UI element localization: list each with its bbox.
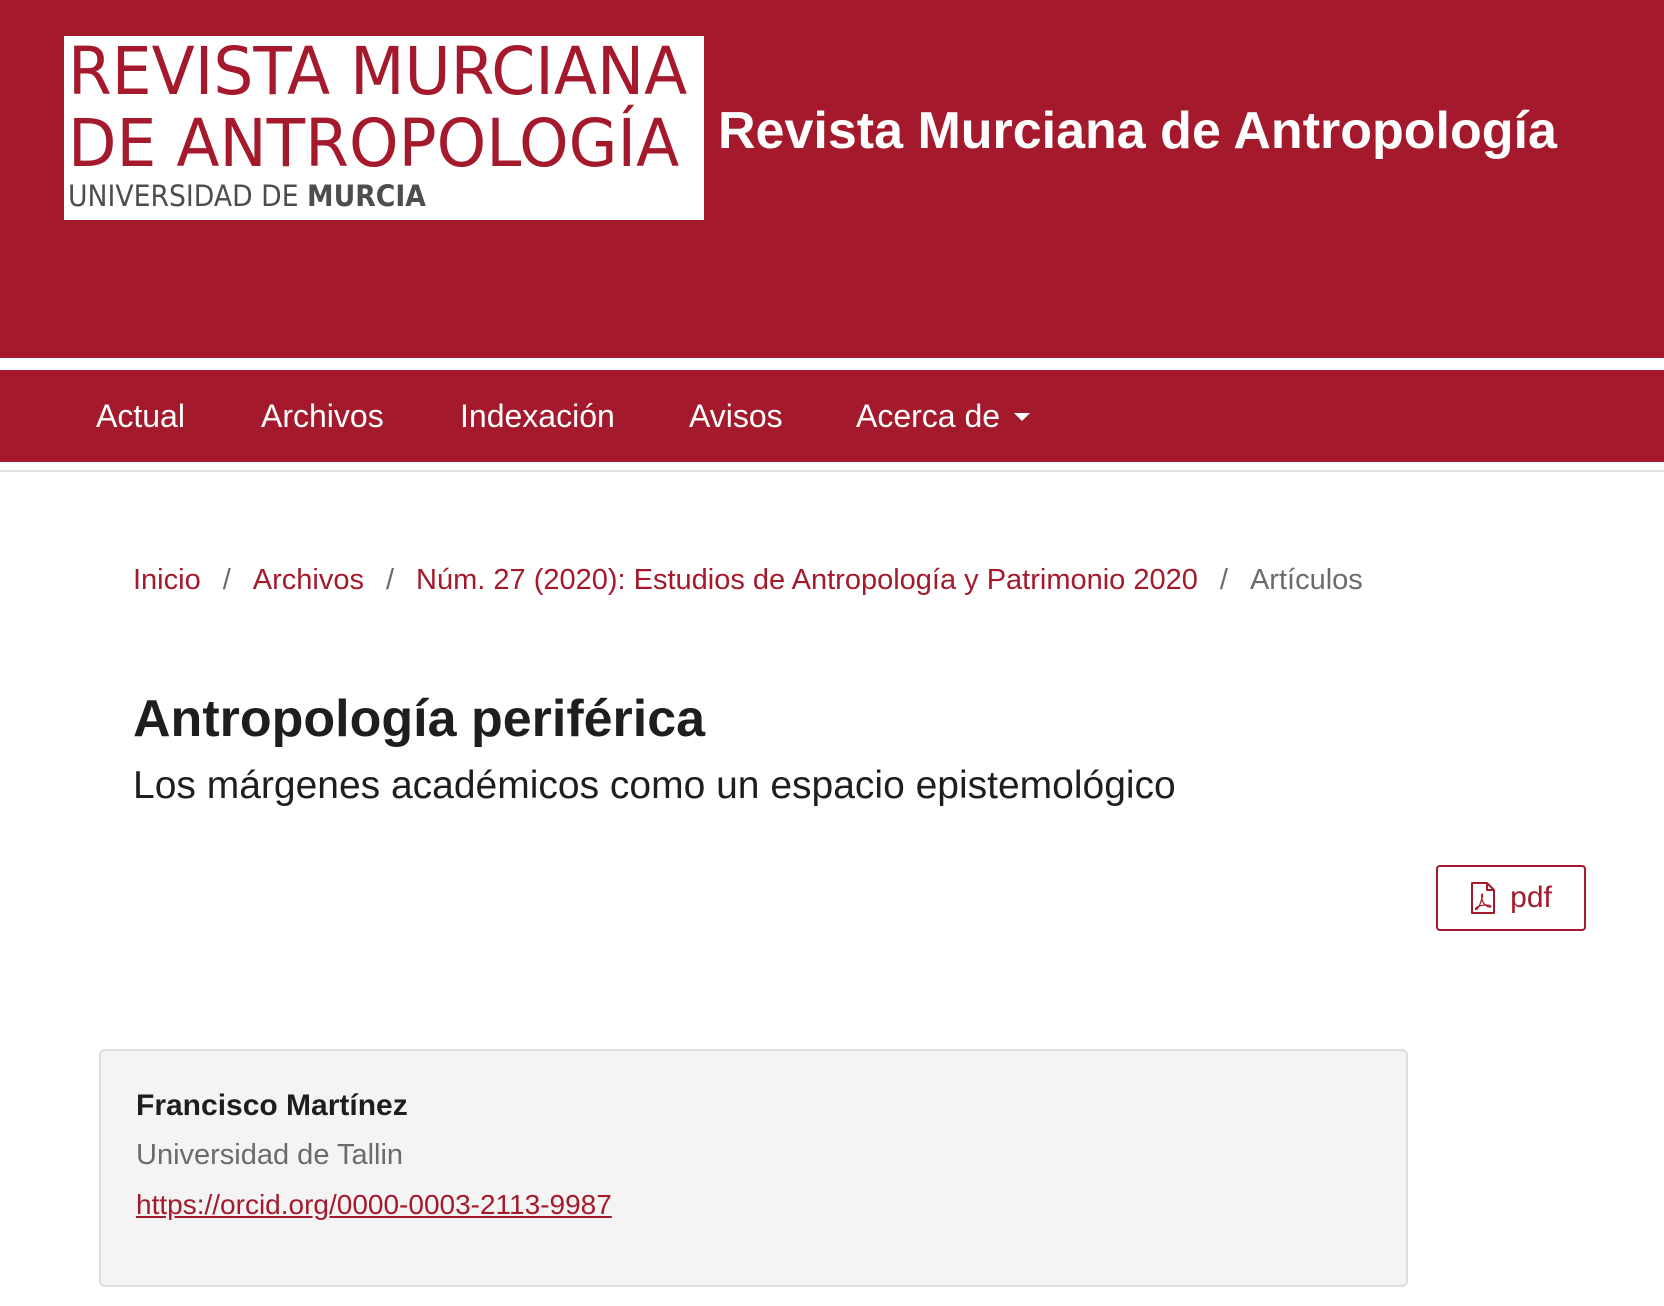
logo-line-1: REVISTA MURCIANA [68,36,688,110]
nav-item-acerca-de-label: Acerca de [856,398,1001,434]
logo-line-3: UNIVERSIDAD DE MURCIA [68,178,653,214]
breadcrumb-issue[interactable]: Núm. 27 (2020): Estudios de Antropología… [416,564,1198,596]
pdf-download-button[interactable]: pdf [1436,865,1586,931]
nav-item-archivos[interactable]: Archivos [261,370,384,462]
journal-logo[interactable]: REVISTA MURCIANA DE ANTROPOLOGÍA UNIVERS… [64,36,704,220]
logo-line-2: DE ANTROPOLOGÍA [68,105,680,182]
nav-item-indexacion[interactable]: Indexación [460,370,615,462]
caret-down-icon [1014,412,1031,421]
article-title: Antropología periférica [133,690,706,748]
breadcrumb-separator: / [222,564,231,596]
site-title[interactable]: Revista Murciana de Antropología [718,96,1557,166]
pdf-button-label: pdf [1510,881,1552,914]
breadcrumb-separator: / [385,564,395,596]
nav-divider [0,470,1664,472]
main-nav: Actual Archivos Indexación Avisos Acerca… [0,370,1664,462]
site-header: REVISTA MURCIANA DE ANTROPOLOGÍA UNIVERS… [0,0,1664,358]
author-name: Francisco Martínez [136,1089,408,1122]
breadcrumb-separator: / [1219,564,1228,596]
nav-item-acerca-de[interactable]: Acerca de [856,370,1031,462]
author-orcid-link[interactable]: https://orcid.org/0000-0003-2113-9987 [136,1189,612,1221]
logo-line-3-bold: MURCIA [307,179,426,213]
breadcrumb: Inicio / Archivos / Núm. 27 (2020): Estudios… [133,558,1363,602]
breadcrumb-archivos[interactable]: Archivos [253,564,364,596]
logo-line-3-prefix: UNIVERSIDAD DE [68,179,308,213]
author-box: Francisco Martínez Universidad de Tallin… [99,1049,1408,1287]
nav-item-avisos[interactable]: Avisos [689,370,783,462]
author-affiliation: Universidad de Tallin [136,1139,404,1171]
breadcrumb-inicio[interactable]: Inicio [133,564,201,596]
article-subtitle: Los márgenes académicos como un espacio … [133,764,1176,807]
header-gap [0,358,1664,370]
nav-item-actual[interactable]: Actual [96,370,185,462]
file-pdf-icon [1471,882,1496,914]
breadcrumb-current: Artículos [1249,564,1363,596]
